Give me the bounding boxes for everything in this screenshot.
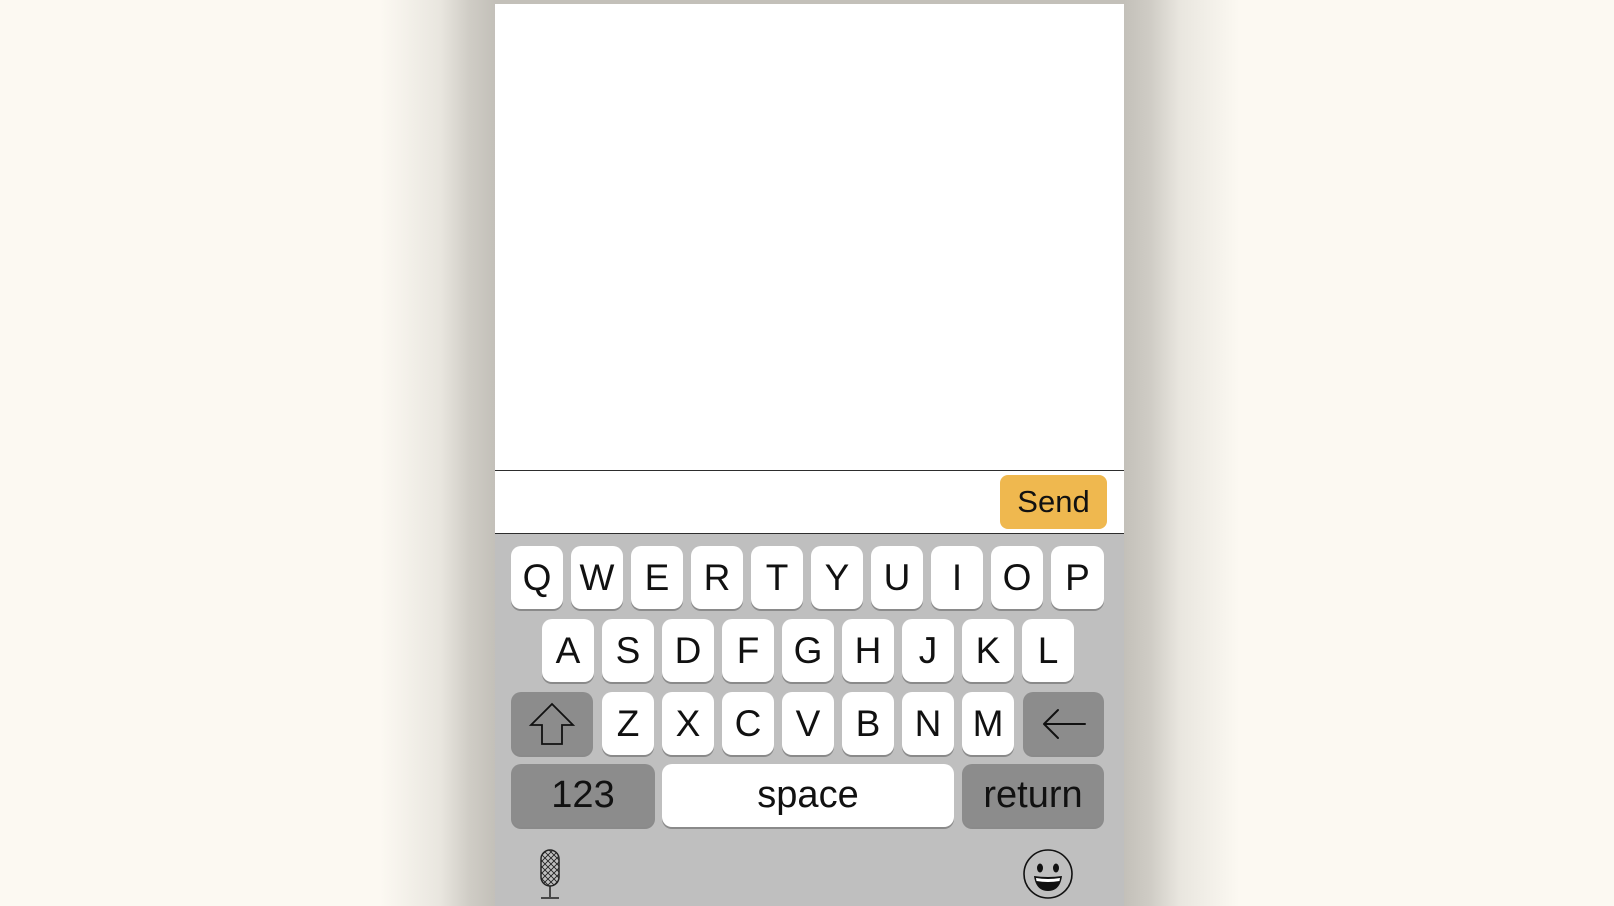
key-p[interactable]: P (1051, 546, 1104, 609)
key-x[interactable]: X (662, 692, 714, 755)
phone-screen: Send Q W E R T Y U I O P A S D F G H J K… (495, 4, 1124, 906)
key-z[interactable]: Z (602, 692, 654, 755)
key-c[interactable]: C (722, 692, 774, 755)
key-g[interactable]: G (782, 619, 834, 682)
microphone-icon (540, 849, 560, 899)
key-t[interactable]: T (751, 546, 803, 609)
send-button[interactable]: Send (1000, 475, 1107, 529)
numbers-key[interactable]: 123 (511, 764, 655, 827)
shift-key[interactable] (511, 692, 593, 755)
key-s[interactable]: S (602, 619, 654, 682)
smiley-face-icon (1023, 849, 1073, 899)
key-u[interactable]: U (871, 546, 923, 609)
left-arrow-icon (1042, 708, 1086, 739)
background: Send Q W E R T Y U I O P A S D F G H J K… (0, 0, 1614, 906)
emoji-button[interactable] (1022, 848, 1074, 900)
key-r[interactable]: R (691, 546, 743, 609)
key-m[interactable]: M (962, 692, 1014, 755)
key-a[interactable]: A (542, 619, 594, 682)
message-area (495, 4, 1124, 470)
key-w[interactable]: W (571, 546, 623, 609)
compose-bar: Send (495, 470, 1124, 534)
key-v[interactable]: V (782, 692, 834, 755)
key-b[interactable]: B (842, 692, 894, 755)
backspace-key[interactable] (1023, 692, 1104, 755)
key-h[interactable]: H (842, 619, 894, 682)
key-q[interactable]: Q (511, 546, 563, 609)
key-o[interactable]: O (991, 546, 1043, 609)
keyboard: Q W E R T Y U I O P A S D F G H J K L Z … (495, 534, 1124, 906)
key-j[interactable]: J (902, 619, 954, 682)
key-f[interactable]: F (722, 619, 774, 682)
key-n[interactable]: N (902, 692, 954, 755)
key-d[interactable]: D (662, 619, 714, 682)
shift-arrow-icon (528, 702, 576, 745)
key-e[interactable]: E (631, 546, 683, 609)
return-key[interactable]: return (962, 764, 1104, 827)
key-y[interactable]: Y (811, 546, 863, 609)
key-k[interactable]: K (962, 619, 1014, 682)
message-input[interactable] (503, 477, 987, 529)
space-key[interactable]: space (662, 764, 954, 827)
key-i[interactable]: I (931, 546, 983, 609)
dictation-button[interactable] (534, 849, 566, 901)
key-l[interactable]: L (1022, 619, 1074, 682)
